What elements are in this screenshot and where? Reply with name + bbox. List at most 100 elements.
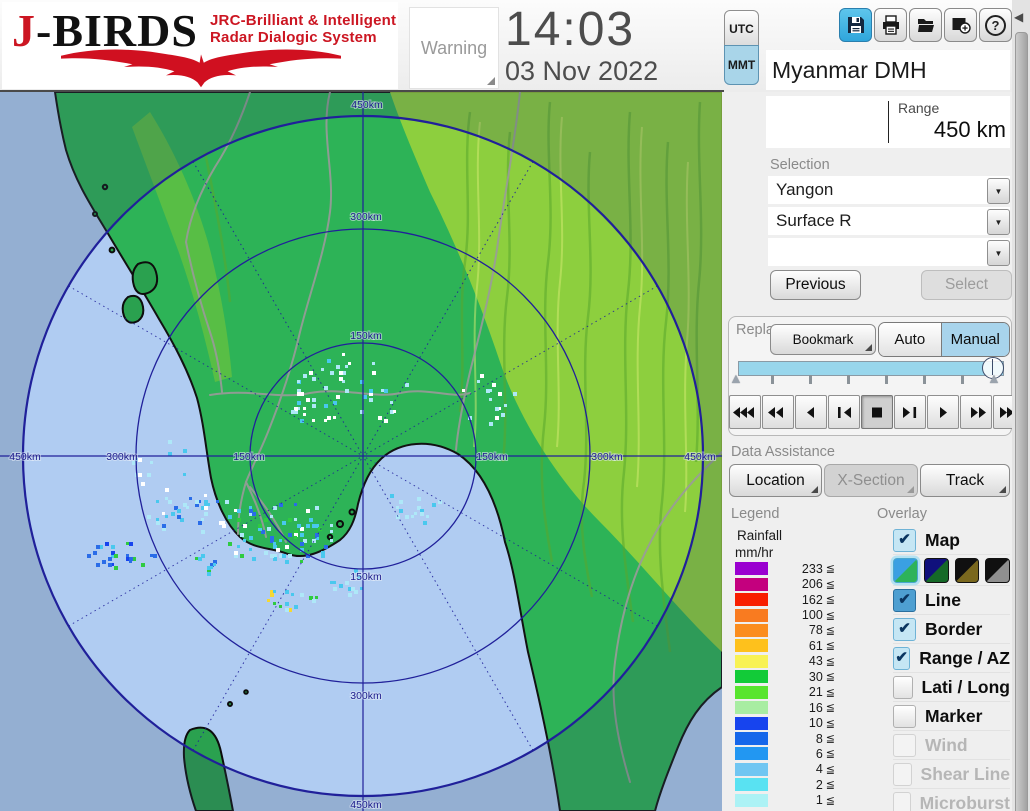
bookmark-button[interactable]: Bookmark bbox=[770, 324, 876, 355]
radar-map[interactable]: 450km 300km 150km 150km 300km 450km 450k… bbox=[0, 92, 722, 811]
line-checkbox[interactable]: ✔ bbox=[893, 588, 916, 612]
slider-end-marker[interactable]: ▲ bbox=[987, 370, 1001, 386]
auto-button[interactable]: Auto bbox=[879, 323, 941, 356]
legend-value: 2 bbox=[815, 777, 823, 792]
track-button[interactable]: Track bbox=[920, 464, 1010, 497]
help-button[interactable]: ? bbox=[979, 8, 1012, 42]
stepback-icon bbox=[838, 406, 851, 418]
site-dropdown-arrow[interactable]: ▼ bbox=[987, 178, 1010, 204]
manual-button[interactable]: Manual bbox=[940, 323, 1009, 356]
playback-fast-rewind[interactable] bbox=[762, 395, 794, 429]
range-value: 450 km bbox=[933, 117, 1006, 142]
wind-label: Wind bbox=[925, 734, 968, 755]
map-checkbox[interactable]: ✔ bbox=[893, 528, 916, 552]
select-button[interactable]: Select bbox=[921, 270, 1012, 300]
legend-entry: 233 ≦ bbox=[735, 561, 835, 576]
border-label: Border bbox=[925, 618, 983, 639]
station-title-box: Myanmar DMH bbox=[766, 50, 1010, 90]
previous-button[interactable]: Previous bbox=[770, 270, 861, 300]
playback-play-reverse[interactable] bbox=[795, 395, 827, 429]
slider-tick bbox=[847, 375, 850, 384]
open-folder-button[interactable] bbox=[909, 8, 942, 42]
product-dropdown[interactable]: Surface R bbox=[768, 207, 1010, 235]
print-button[interactable] bbox=[874, 8, 907, 42]
marker-checkbox[interactable] bbox=[893, 704, 916, 728]
playback-step-forward[interactable] bbox=[894, 395, 926, 429]
map-style-option-2[interactable] bbox=[923, 557, 949, 583]
check-icon: ✔ bbox=[898, 531, 911, 548]
product-dropdown-arrow[interactable]: ▼ bbox=[987, 209, 1010, 235]
ring-label: 450km bbox=[684, 451, 716, 463]
legend-value: 10 bbox=[808, 716, 823, 731]
playback-play[interactable] bbox=[927, 395, 959, 429]
option-dropdown-arrow[interactable]: ▼ bbox=[987, 240, 1010, 266]
playback-jump-start[interactable] bbox=[729, 395, 761, 429]
lte-sign: ≦ bbox=[825, 671, 835, 684]
site-dropdown[interactable]: Yangon bbox=[768, 176, 1010, 204]
lte-sign: ≦ bbox=[825, 686, 835, 699]
playback-step-back[interactable] bbox=[828, 395, 860, 429]
range-az-checkbox[interactable]: ✔ bbox=[893, 646, 911, 670]
legend-entry: 10 ≦ bbox=[735, 715, 835, 730]
ring-label: 450km bbox=[9, 451, 41, 463]
lte-sign: ≦ bbox=[825, 702, 835, 715]
legend-value: 1 bbox=[815, 793, 823, 808]
ring-label: 300km bbox=[350, 211, 382, 223]
map-style-option-3[interactable] bbox=[954, 557, 980, 583]
ring-label: 450km bbox=[351, 99, 383, 111]
border-checkbox[interactable]: ✔ bbox=[893, 617, 916, 641]
check-icon: ✔ bbox=[895, 649, 908, 666]
lte-sign: ≦ bbox=[825, 794, 835, 807]
playback-stop[interactable] bbox=[861, 395, 893, 429]
mmt-button[interactable]: MMT bbox=[724, 45, 759, 85]
legend-entry: 2 ≦ bbox=[735, 777, 835, 792]
legend-value: 21 bbox=[808, 685, 823, 700]
auto-label: Auto bbox=[894, 331, 926, 348]
add-image-icon bbox=[952, 18, 971, 34]
microburst-checkbox bbox=[893, 791, 911, 811]
overlay-row-range-az: ✔ Range / AZ bbox=[893, 644, 1010, 673]
rain-color-swatch bbox=[735, 608, 768, 622]
map-style-option-4[interactable] bbox=[985, 557, 1010, 583]
slider-tick bbox=[961, 375, 964, 384]
eagle-icon bbox=[61, 49, 341, 88]
chevron-down-icon: ▼ bbox=[994, 217, 1003, 227]
add-image-button[interactable] bbox=[944, 8, 977, 42]
panel-collapse-bar[interactable] bbox=[1015, 32, 1028, 811]
overlay-row-border: ✔ Border bbox=[893, 615, 1010, 644]
stepfwd-icon bbox=[903, 406, 917, 418]
legend-value: 206 bbox=[801, 577, 823, 592]
logo: J-BIRDS JRC-Brilliant & Intelligent Rada… bbox=[2, 2, 398, 89]
ring-label: 450km bbox=[350, 799, 382, 811]
option-dropdown[interactable] bbox=[768, 238, 1010, 266]
lati-long-checkbox[interactable] bbox=[893, 675, 913, 699]
x-section-button[interactable]: X-Section bbox=[824, 464, 918, 497]
save-button[interactable] bbox=[839, 8, 872, 42]
legend-entry: 30 ≦ bbox=[735, 669, 835, 684]
fwd1-icon bbox=[940, 406, 947, 418]
legend-value: 16 bbox=[808, 700, 823, 715]
rain-color-swatch bbox=[735, 577, 768, 591]
stop-icon bbox=[872, 407, 882, 417]
warning-button[interactable]: Warning bbox=[409, 7, 499, 89]
utc-button[interactable]: UTC bbox=[724, 10, 759, 47]
legend-entry: 8 ≦ bbox=[735, 731, 835, 746]
location-button[interactable]: Location bbox=[729, 464, 822, 497]
map-style-option-1[interactable] bbox=[893, 557, 918, 583]
logo-subtitle-1: JRC-Brilliant & Intelligent bbox=[210, 12, 397, 29]
save-icon bbox=[847, 17, 864, 33]
legend-value: 100 bbox=[801, 608, 823, 623]
x-section-label: X-Section bbox=[837, 471, 905, 489]
legend-entry: 43 ≦ bbox=[735, 654, 835, 669]
bookmark-label: Bookmark bbox=[792, 332, 854, 347]
playback-fast-forward[interactable] bbox=[960, 395, 992, 429]
lte-sign: ≦ bbox=[825, 717, 835, 730]
check-icon: ✔ bbox=[898, 591, 911, 608]
collapse-left-icon[interactable]: ◀ bbox=[1014, 10, 1023, 24]
overlay-label: Overlay bbox=[877, 506, 927, 522]
ring-label: 150km bbox=[476, 451, 508, 463]
legend-entry: 1 ≦ bbox=[735, 793, 835, 808]
product-dropdown-value: Surface R bbox=[776, 211, 852, 230]
replay-timeline-slider[interactable] bbox=[738, 361, 1004, 376]
slider-start-marker[interactable]: ▲ bbox=[729, 370, 743, 386]
